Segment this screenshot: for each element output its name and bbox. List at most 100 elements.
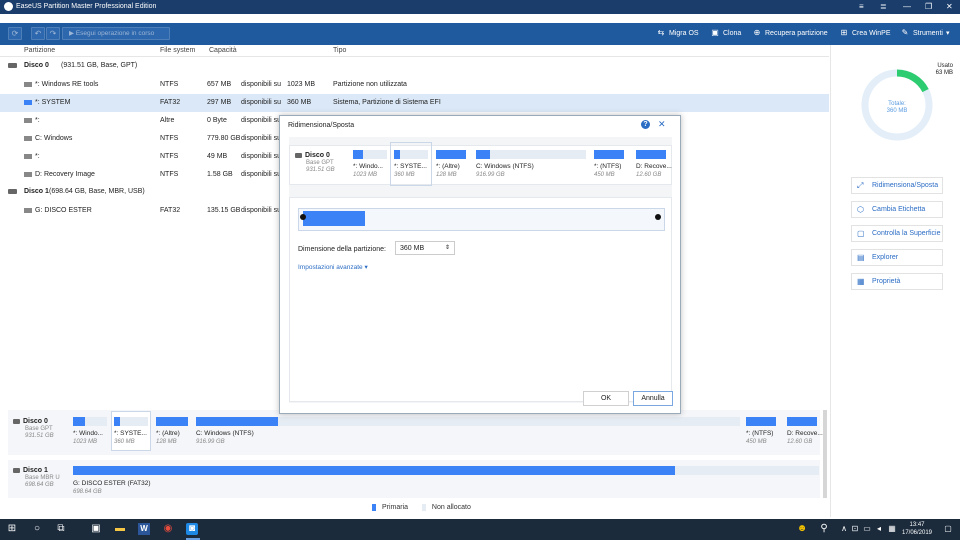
map-disk-size: 931.51 GB: [25, 433, 54, 439]
close-icon[interactable]: ✕: [946, 2, 953, 11]
close-icon[interactable]: ✕: [658, 119, 666, 130]
recover-icon: ⊕: [753, 28, 761, 37]
col-partition[interactable]: Partizione: [24, 47, 55, 54]
col-filesystem[interactable]: File system: [160, 47, 195, 54]
execute-pending-button[interactable]: ▶ Esegui operazione in corso: [62, 27, 170, 40]
ok-button[interactable]: OK: [583, 391, 629, 406]
map-partition-size: 450 MB: [746, 439, 767, 445]
create-winpe-link[interactable]: ⊞ Crea WinPE: [839, 29, 891, 37]
file-explorer-icon[interactable]: ▬: [114, 523, 126, 535]
right-panel: Usato 63 MB Totale: 360 MB ⤢ Ridimensiona…: [830, 45, 960, 517]
map-disk-type: Base MBR U: [25, 475, 60, 481]
resize-slider-fill[interactable]: [303, 211, 365, 226]
map-partition[interactable]: *: SYSTE... 360 MB: [114, 412, 150, 452]
check-surface-button[interactable]: ▢ Controlla la Superficie: [851, 225, 943, 242]
start-icon[interactable]: ⊞: [6, 523, 18, 535]
dialog-partition[interactable]: *: (NTFS) 450 MB: [594, 145, 628, 185]
map-partition[interactable]: *: (Altre) 128 MB: [156, 412, 192, 452]
map-partition[interactable]: *: Windo... 1023 MB: [73, 412, 109, 452]
stepper-icon[interactable]: ⇕: [445, 244, 450, 251]
minimize-icon[interactable]: —: [903, 2, 911, 11]
map-partition-name: D: Recove...: [787, 430, 823, 437]
task-view-icon[interactable]: ⧉: [55, 523, 67, 535]
dialog-partition[interactable]: *: (Altre) 128 MB: [436, 145, 470, 185]
recover-partition-link[interactable]: ⊕ Recupera partizione: [752, 29, 828, 37]
volume-icon[interactable]: ◂: [873, 523, 885, 535]
clock-date[interactable]: 17/06/2019: [898, 530, 936, 536]
execute-pending-label: Esegui operazione in corso: [75, 30, 155, 37]
properties-label: Proprietà: [872, 278, 901, 285]
restore-icon[interactable]: ❐: [925, 2, 932, 11]
map-partition[interactable]: *: (NTFS) 450 MB: [746, 412, 782, 452]
disk-row[interactable]: Disco 0 (931.51 GB, Base, GPT): [0, 60, 829, 72]
menu-icon[interactable]: ≡: [859, 2, 864, 11]
partition-name: *:: [35, 117, 40, 124]
partition-avail: disponibili su: [241, 153, 282, 160]
partition-fs: FAT32: [160, 207, 181, 214]
dialog-partition[interactable]: D: Recove... 12.60 GB: [636, 145, 672, 185]
primary-swatch: [372, 504, 376, 511]
disk-icon: [8, 188, 17, 195]
total-label: Totale:: [888, 101, 906, 107]
clock-time[interactable]: 13:47: [902, 522, 932, 528]
battery-icon[interactable]: ▭: [861, 523, 873, 535]
partition-size: 49 MB: [207, 153, 228, 160]
explorer-button[interactable]: ▤ Explorer: [851, 249, 943, 266]
resize-handle-right[interactable]: [655, 214, 661, 220]
app-icon[interactable]: ▣: [90, 523, 102, 535]
people-icon[interactable]: ⚲: [818, 523, 830, 535]
tools-link[interactable]: ✎ Strumenti ▾: [900, 28, 950, 38]
tag-icon: ⬡: [857, 205, 864, 214]
partition-fs: NTFS: [160, 135, 179, 142]
word-icon[interactable]: W: [138, 523, 150, 535]
map-partition[interactable]: D: Recove... 12.60 GB: [787, 412, 823, 452]
col-capacity[interactable]: Capacità: [209, 47, 237, 54]
map-partition[interactable]: C: Windows (NTFS) 916.99 GB: [196, 412, 742, 452]
map-partition-name: *: (NTFS): [746, 430, 774, 437]
change-label-button[interactable]: ⬡ Cambia Etichetta: [851, 201, 943, 218]
keyboard-icon[interactable]: ▦: [886, 523, 898, 535]
migrate-os-link[interactable]: ⇆ Migra OS: [656, 29, 699, 37]
disk-info: (698.64 GB, Base, MBR, USB): [49, 188, 145, 195]
table-row[interactable]: *: Windows RE tools NTFS 657 MB disponib…: [0, 76, 829, 94]
partition-total: 1023 MB: [287, 81, 316, 88]
partition-table-header: Partizione File system Capacità Tipo: [0, 45, 829, 57]
dialog-body: Disco 0 Base GPT 931.51 GB *: Windo... 10…: [289, 137, 672, 403]
wrench-icon: ✎: [901, 28, 909, 37]
col-type[interactable]: Tipo: [333, 47, 346, 54]
sort-icon[interactable]: ≣: [880, 2, 887, 11]
advanced-settings-link[interactable]: Impostazioni avanzate ▾: [298, 263, 368, 271]
table-row-selected[interactable]: *: SYSTEM FAT32 297 MB disponibili su 36…: [0, 94, 829, 112]
partition-size-input[interactable]: 360 MB ⇕: [395, 241, 455, 255]
chrome-icon[interactable]: ◉: [162, 523, 174, 535]
disk-icon: [13, 418, 20, 424]
map-disk-name: Disco 1: [23, 467, 48, 474]
search-icon[interactable]: ○: [31, 523, 43, 535]
partition-avail: disponibili su: [241, 117, 282, 124]
partition-size: 135.15 GB: [207, 207, 241, 214]
easeus-icon[interactable]: ◙: [186, 523, 198, 535]
resize-handle-left[interactable]: [300, 214, 306, 220]
properties-button[interactable]: ▦ Proprietà: [851, 273, 943, 290]
help-icon[interactable]: ?: [641, 120, 650, 129]
undo-button[interactable]: ↶: [31, 27, 45, 40]
partition-fs: Altre: [160, 117, 175, 124]
disk-map: Disco 0 Base GPT 931.51 GB *: Windo... 10…: [0, 410, 829, 498]
dialog-partition-name: *: SYSTE...: [394, 163, 427, 170]
dialog-partition[interactable]: *: Windo... 1023 MB: [353, 145, 393, 185]
redo-button[interactable]: ↷: [46, 27, 60, 40]
network-icon[interactable]: ⊡: [849, 523, 861, 535]
dialog-partition[interactable]: C: Windows (NTFS) 916.99 GB: [476, 145, 588, 185]
partition-icon: [24, 81, 35, 88]
resize-move-button[interactable]: ⤢ Ridimensiona/Sposta: [851, 177, 943, 194]
refresh-button[interactable]: ⟳: [8, 27, 22, 40]
partition-icon: [24, 99, 35, 106]
notification-icon[interactable]: ▢: [942, 523, 954, 535]
clone-link[interactable]: ▣ Clona: [710, 29, 741, 37]
map-scrollbar[interactable]: [823, 410, 827, 498]
dialog-partition[interactable]: *: SYSTE... 360 MB: [394, 145, 430, 185]
partition-name: G: DISCO ESTER: [35, 207, 92, 214]
user-icon[interactable]: ☻: [796, 523, 808, 535]
partition-avail: disponibili su: [241, 81, 282, 88]
cancel-button[interactable]: Annulla: [633, 391, 673, 406]
